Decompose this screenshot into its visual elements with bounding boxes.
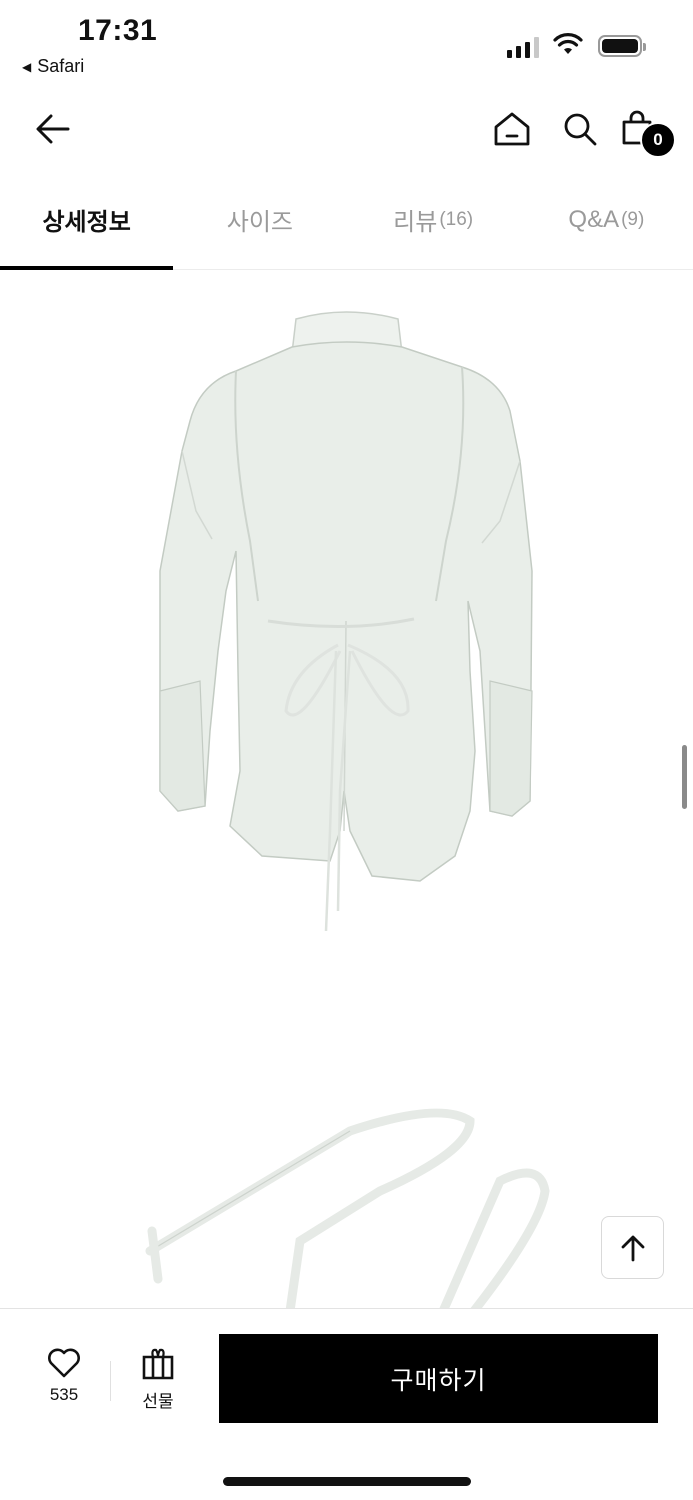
product-tabs: 상세정보 사이즈 리뷰 (16) Q&A (9)	[0, 178, 693, 270]
heart-icon	[48, 1348, 80, 1378]
triangle-left-icon: ◀	[22, 59, 32, 74]
tab-reviews-label: 리뷰	[393, 209, 438, 236]
search-icon	[564, 113, 597, 146]
product-detail-content	[0, 271, 693, 1308]
tab-details-label: 상세정보	[42, 209, 131, 236]
clock-time: 17:31	[78, 14, 158, 47]
tie-strap-image	[145, 1108, 550, 1308]
tab-details[interactable]: 상세정보	[0, 178, 174, 270]
cart-button[interactable]: 0	[618, 102, 678, 158]
cart-count-badge: 0	[640, 122, 676, 158]
scrollbar-thumb[interactable]	[682, 745, 687, 809]
like-count: 535	[49, 1385, 79, 1404]
cellular-signal-icon	[507, 36, 539, 58]
tab-size[interactable]: 사이즈	[173, 178, 346, 269]
wifi-icon	[553, 33, 583, 54]
like-button[interactable]: 535	[28, 1347, 100, 1417]
tab-qna-count: (9)	[621, 208, 645, 230]
home-button[interactable]	[488, 104, 536, 154]
bottom-divider	[110, 1361, 111, 1401]
battery-icon	[598, 35, 646, 57]
tab-size-label: 사이즈	[226, 209, 293, 236]
home-icon	[494, 112, 530, 146]
gift-icon	[142, 1348, 174, 1380]
status-bar: 17:31 ◀ Safari	[0, 0, 693, 90]
arrow-up-icon	[621, 1235, 644, 1261]
scroll-to-top-button[interactable]	[601, 1216, 664, 1279]
search-button[interactable]	[556, 104, 604, 154]
tab-reviews-count: (16)	[439, 208, 474, 230]
top-navigation: 0	[0, 92, 693, 172]
tab-reviews[interactable]: 리뷰 (16)	[347, 178, 520, 269]
tab-qna-label: Q&A	[568, 205, 620, 233]
shirt-back-view-image	[159, 311, 533, 932]
home-indicator[interactable]	[223, 1477, 471, 1486]
tab-qna[interactable]: Q&A (9)	[520, 178, 693, 269]
buy-button[interactable]: 구매하기	[219, 1334, 658, 1423]
purchase-bar: 535 선물 구매하기	[0, 1308, 693, 1500]
gift-button[interactable]: 선물	[124, 1347, 192, 1417]
back-to-app-link[interactable]: ◀ Safari	[22, 56, 84, 77]
back-app-label: Safari	[37, 56, 85, 76]
back-button[interactable]	[28, 104, 78, 154]
arrow-left-icon	[36, 114, 70, 144]
gift-label: 선물	[142, 1392, 174, 1411]
